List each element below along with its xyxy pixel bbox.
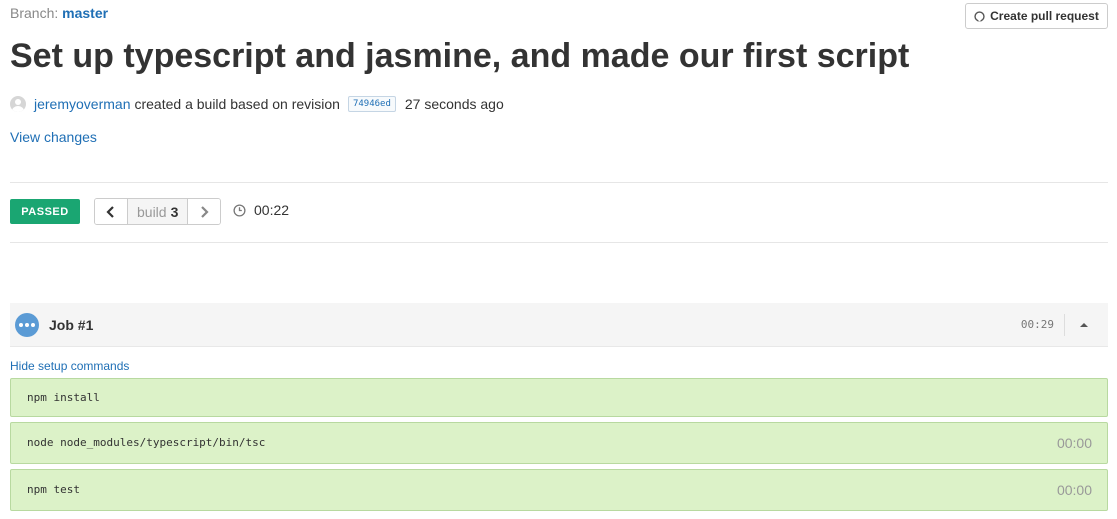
build-number: 3 [170,203,179,220]
revision-badge[interactable]: 74946ed [347,96,396,112]
github-icon [974,10,985,22]
meta-action-text: created a build based on revision [134,96,340,112]
next-build-button[interactable] [187,199,221,224]
command-time: 00:00 [1056,482,1092,498]
build-duration: 00:22 [233,202,289,218]
command-text: node node_modules/typescript/bin/tsc [27,436,266,449]
build-label: build [137,203,167,220]
divider-bottom [10,242,1108,243]
branch-indicator: Branch: master [10,5,108,21]
job-time: 00:29 [1020,318,1054,331]
command-time: 00:00 [1056,435,1092,451]
clock-icon [233,203,246,217]
chevron-up-icon [1080,323,1088,327]
chevron-left-icon [106,205,114,218]
create-pull-request-label: Create pull request [990,9,1099,23]
build-number-display: build 3 [128,199,188,224]
hide-setup-commands-link[interactable]: Hide setup commands [10,359,129,373]
command-row[interactable]: node node_modules/typescript/bin/tsc 00:… [10,422,1108,464]
view-changes-link[interactable]: View changes [10,129,97,145]
page-title: Set up typescript and jasmine, and made … [10,37,910,75]
build-meta: jeremyoverman created a build based on r… [10,96,504,112]
duration-value: 00:22 [254,202,290,218]
time-ago: 27 seconds ago [404,96,504,112]
job-separator [1064,314,1065,336]
command-text: npm test [27,483,80,496]
divider-top [10,182,1108,183]
command-row[interactable]: npm install [10,378,1108,417]
chevron-right-icon [201,205,209,218]
collapse-job-button[interactable] [1078,319,1090,331]
command-text: npm install [27,391,100,404]
branch-label: Branch: [10,5,59,21]
branch-name[interactable]: master [62,5,108,21]
job-header[interactable]: Job #1 00:29 [10,303,1108,347]
job-title: Job #1 [49,317,94,333]
job-status-icon [15,313,39,337]
avatar [10,96,26,112]
command-row[interactable]: npm test 00:00 [10,469,1108,511]
status-badge: PASSED [10,199,80,224]
user-link[interactable]: jeremyoverman [34,96,130,112]
previous-build-button[interactable] [95,199,128,224]
create-pull-request-button[interactable]: Create pull request [965,3,1108,29]
build-navigator: build 3 [94,198,222,225]
